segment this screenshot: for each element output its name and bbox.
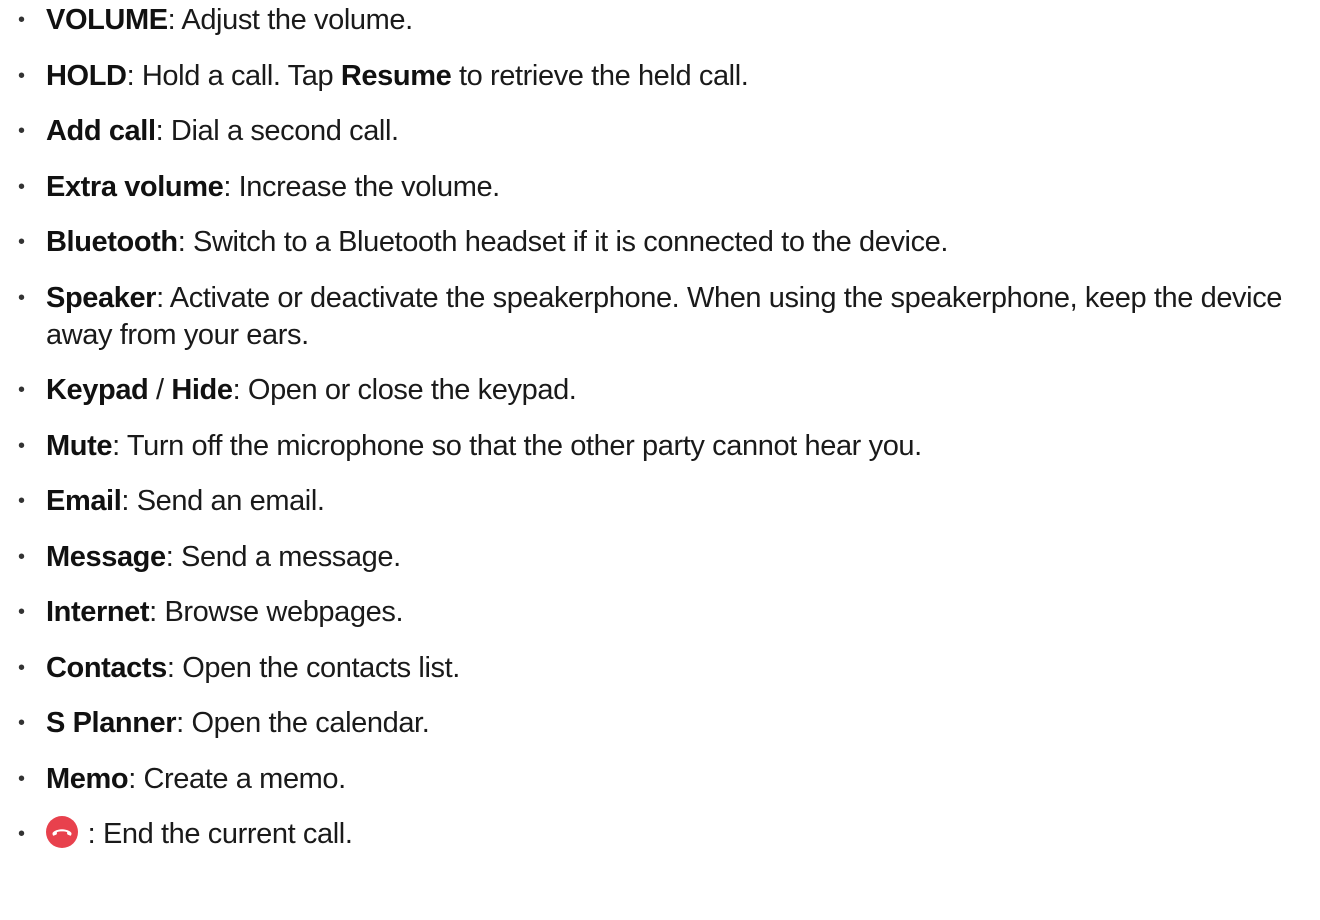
bullet: • (18, 601, 25, 623)
list-item-mute: • Mute: Turn off the microphone so that … (18, 428, 1308, 465)
term-label-resume: Resume (340, 59, 452, 92)
bullet: • (18, 175, 25, 198)
term-description: : End the current call. (80, 818, 353, 850)
term-label: Mute (46, 429, 113, 462)
term-description: : Open or close the keypad. (232, 374, 577, 406)
term-description: : Send an email. (121, 485, 325, 517)
list-item-hold: • HOLD: Hold a call. Tap Resume to retri… (18, 58, 1308, 95)
bullet: • (18, 120, 25, 142)
list-item-add-call: • Add call: Dial a second call. (18, 113, 1308, 150)
term-description: to retrieve the held call. (451, 59, 749, 92)
term-label: Memo (46, 762, 129, 795)
list-item-s-planner: • S Planner: Open the calendar. (18, 705, 1308, 742)
term-label: Bluetooth (46, 226, 178, 258)
bullet: • (18, 379, 25, 401)
term-label: Message (46, 540, 166, 573)
term-label-hide: Hide (171, 374, 233, 406)
term-description: : Open the contacts list. (166, 651, 460, 684)
term-label: Add call (46, 115, 156, 147)
term-label: Speaker (46, 281, 157, 314)
feature-list: • VOLUME: Adjust the volume. • HOLD: Hol… (18, 2, 1308, 872)
term-description: : Switch to a Bluetooth headset if it is… (177, 226, 949, 258)
term-description: : Activate or deactivate the speakerphon… (46, 281, 1283, 351)
list-item-message: • Message: Send a message. (18, 539, 1308, 576)
list-item-speaker: • Speaker: Activate or deactivate the sp… (18, 280, 1308, 354)
bullet: • (18, 656, 25, 679)
term-description: : Adjust the volume. (167, 4, 413, 36)
end-call-icon (46, 816, 78, 849)
list-item-contacts: • Contacts: Open the contacts list. (18, 650, 1308, 687)
bullet: • (18, 767, 25, 790)
term-label: Internet (46, 596, 150, 628)
term-label: Extra volume (46, 170, 224, 203)
bullet: • (18, 286, 25, 309)
bullet: • (18, 823, 25, 845)
term-description: : Dial a second call. (155, 115, 399, 147)
bullet: • (18, 490, 25, 512)
list-item-bluetooth: • Bluetooth: Switch to a Bluetooth heads… (18, 224, 1308, 261)
list-item-end-call: • : End the current call. (18, 816, 1308, 853)
term-description: : Browse webpages. (149, 596, 404, 628)
bullet: • (18, 712, 25, 734)
bullet: • (18, 545, 25, 568)
term-description: : Turn off the microphone so that the ot… (112, 429, 922, 462)
list-item-email: • Email: Send an email. (18, 483, 1308, 520)
term-description: : Create a memo. (128, 762, 346, 795)
term-label: HOLD (46, 59, 127, 92)
term-label: S Planner (46, 707, 177, 739)
term-description: : Send a message. (165, 540, 401, 573)
list-item-internet: • Internet: Browse webpages. (18, 594, 1308, 631)
list-item-memo: • Memo: Create a memo. (18, 761, 1308, 798)
bullet: • (18, 64, 25, 87)
term-label: VOLUME (46, 4, 168, 36)
bullet: • (18, 231, 25, 253)
term-description: : Hold a call. Tap (126, 59, 341, 92)
list-item-volume: • VOLUME: Adjust the volume. (18, 2, 1308, 39)
bullet: • (18, 434, 25, 457)
term-description: : Open the calendar. (176, 707, 430, 739)
term-description: : Increase the volume. (223, 170, 500, 203)
term-label: Contacts (46, 651, 167, 684)
term-label: Email (46, 485, 122, 517)
term-label: Keypad (46, 374, 149, 406)
list-item-extra-volume: • Extra volume: Increase the volume. (18, 169, 1308, 206)
bullet: • (18, 9, 25, 31)
term-separator: / (148, 374, 172, 406)
list-item-keypad-hide: • Keypad / Hide: Open or close the keypa… (18, 372, 1308, 409)
